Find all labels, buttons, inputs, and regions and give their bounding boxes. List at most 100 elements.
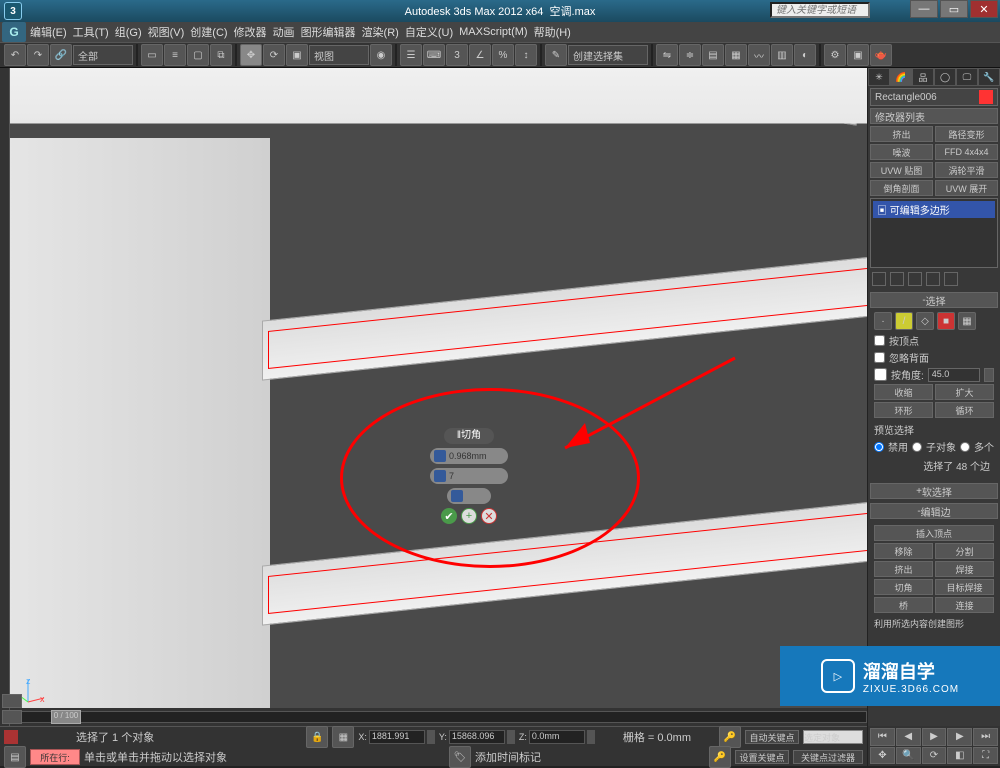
hierarchy-tab[interactable]: 品 [912,68,934,86]
named-selection-edit-button[interactable]: ✎ [545,44,567,66]
material-editor-button[interactable]: ◐ [794,44,816,66]
coord-z-spinner[interactable] [587,730,595,744]
mirror-button[interactable]: ⇋ [656,44,678,66]
angle-snap-button[interactable]: ∠ [469,44,491,66]
menu-group[interactable]: 组(G) [115,24,142,40]
menu-help[interactable]: 帮助(H) [534,24,571,40]
keyfilter-button[interactable]: 关键点过滤器 [793,750,863,764]
coord-x[interactable]: 1881.991 [369,730,425,744]
coord-z[interactable]: 0.0mm [529,730,585,744]
btn-loop[interactable]: 循环 [935,402,994,418]
select-region-button[interactable]: ▢ [187,44,209,66]
modbtn-bevelprofile[interactable]: 倒角剖面 [870,180,933,196]
stack-item-editable-poly[interactable]: ▣ 可编辑多边形 [873,201,995,218]
application-button[interactable]: G [2,22,26,42]
menu-edit[interactable]: 编辑(E) [30,24,67,40]
time-slider[interactable]: 0 / 100 [10,708,867,726]
angle-value[interactable]: 45.0 [928,368,980,382]
nav-zoom-button[interactable]: 🔍 [896,747,921,765]
graphite-button[interactable]: ▦ [725,44,747,66]
nav-maximize-button[interactable]: ⛶ [973,747,998,765]
menu-maxscript[interactable]: MAXScript(M) [459,26,527,38]
display-tab[interactable]: 🖵 [956,68,978,86]
pivot-center-button[interactable]: ◉ [370,44,392,66]
move-button[interactable]: ✥ [240,44,262,66]
render-setup-button[interactable]: ⚙ [824,44,846,66]
btn-extrude[interactable]: 挤出 [874,561,933,577]
menu-grapheditors[interactable]: 图形编辑器 [301,24,356,40]
caddy-cancel-button[interactable]: ✕ [481,508,497,524]
show-end-result-button[interactable] [890,272,904,286]
radio-multi[interactable] [960,442,970,452]
btn-split[interactable]: 分割 [935,543,994,559]
coord-x-spinner[interactable] [427,730,435,744]
btn-connect[interactable]: 连接 [935,597,994,613]
menu-create[interactable]: 创建(C) [190,24,227,40]
align-button[interactable]: ≑ [679,44,701,66]
goto-start-button[interactable]: ⏮ [870,728,895,746]
remove-modifier-button[interactable] [926,272,940,286]
redo-button[interactable]: ↷ [27,44,49,66]
selection-filter-dropdown[interactable]: 全部 [73,45,133,65]
rollout-selection[interactable]: - 选择 [870,292,998,308]
radio-subobj[interactable] [912,442,922,452]
coord-y[interactable]: 15868.096 [449,730,505,744]
trackbar-btn1[interactable] [2,694,22,708]
render-frame-button[interactable]: ▣ [847,44,869,66]
motion-tab[interactable]: ◯ [934,68,956,86]
btn-remove[interactable]: 移除 [874,543,933,559]
rollout-editedge[interactable]: - 编辑边 [870,503,998,519]
coord-y-spinner[interactable] [507,730,515,744]
menu-modifiers[interactable]: 修改器 [234,24,267,40]
modbtn-uvwmap[interactable]: UVW 贴图 [870,162,933,178]
angle-spinner[interactable] [984,368,994,382]
btn-chamfer[interactable]: 切角 [874,579,933,595]
percent-snap-button[interactable]: % [492,44,514,66]
rollout-softsel[interactable]: + 软选择 [870,483,998,499]
select-by-name-button[interactable]: ≡ [164,44,186,66]
chk-by-vertex[interactable]: 按顶点 [874,333,994,348]
layers-button[interactable]: ▤ [702,44,724,66]
lock-selection-icon[interactable]: 🔒 [306,726,328,748]
pin-stack-button[interactable] [872,272,886,286]
make-unique-button[interactable] [908,272,922,286]
trackbar-btn2[interactable] [2,710,22,724]
menu-tools[interactable]: 工具(T) [73,24,109,40]
named-selection-dropdown[interactable]: 创建选择集 [568,45,648,65]
undo-button[interactable]: ↶ [4,44,26,66]
btn-bridge[interactable]: 桥 [874,597,933,613]
modbtn-extrude[interactable]: 挤出 [870,126,933,142]
maximize-button[interactable]: ▭ [940,0,968,18]
modbtn-noise[interactable]: 噪波 [870,144,933,160]
chk-ignore-backfacing[interactable]: 忽略背面 [874,350,994,365]
chamfer-open-field[interactable] [447,488,491,504]
menu-view[interactable]: 视图(V) [148,24,185,40]
time-marker[interactable]: 0 / 100 [51,710,81,724]
modifier-stack[interactable]: ▣ 可编辑多边形 [870,198,998,268]
manipulate-button[interactable]: ☰ [400,44,422,66]
help-search-input[interactable] [770,2,870,18]
chamfer-segments-field[interactable]: 7 [430,468,508,484]
caddy-apply-button[interactable]: + [461,508,477,524]
addtimetag-label[interactable]: 添加时间标记 [475,749,541,765]
key-mode-icon[interactable]: 🔑 [719,726,741,748]
btn-insertvert[interactable]: 插入顶点 [874,525,994,541]
btn-grow[interactable]: 扩大 [935,384,994,400]
menu-render[interactable]: 渲染(R) [362,24,399,40]
modbtn-turbosmooth[interactable]: 涡轮平滑 [935,162,998,178]
setkey-icon[interactable]: 🔑 [709,746,731,768]
btn-targetweld[interactable]: 目标焊接 [935,579,994,595]
chk-by-angle[interactable] [874,368,887,381]
caddy-ok-button[interactable]: ✔ [441,508,457,524]
btn-weld[interactable]: 焊接 [935,561,994,577]
rotate-button[interactable]: ⟳ [263,44,285,66]
scale-button[interactable]: ▣ [286,44,308,66]
radio-disable[interactable] [874,442,884,452]
modify-tab[interactable]: 🌈 [890,68,912,86]
snap-toggle-3[interactable]: 3 [446,44,468,66]
close-button[interactable]: ✕ [970,0,998,18]
spinner-snap-button[interactable]: ↕ [515,44,537,66]
render-button[interactable]: 🫖 [870,44,892,66]
curve-editor-button[interactable]: 〰 [748,44,770,66]
nav-pan-button[interactable]: ✥ [870,747,895,765]
